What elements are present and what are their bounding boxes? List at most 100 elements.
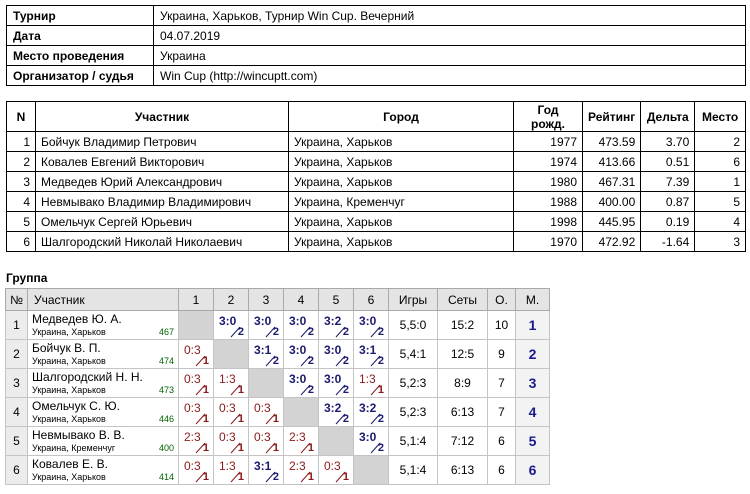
- match-points: 2: [342, 326, 349, 338]
- match-result-cell: 0:3 1: [178, 368, 214, 398]
- player-rating: 400: [158, 443, 174, 453]
- diagonal-cell: [178, 310, 214, 340]
- match-result: 3:0 2: [354, 311, 388, 339]
- group-row: 2 Бойчук В. П. Украина, Харьков 474 0:3 1 3:1 2…: [5, 339, 550, 369]
- group-header-points: О.: [487, 288, 516, 311]
- participant-place: 1: [694, 171, 746, 192]
- match-result-cell: 1:3 1: [353, 368, 389, 398]
- group-points: 6: [487, 426, 516, 456]
- participant-name: Медведев Юрий Александрович: [35, 171, 289, 192]
- group-header-row: № Участник 1 2 3 4 5 6 Игры Сеты О. М.: [5, 288, 550, 311]
- player-rating: 446: [158, 414, 174, 424]
- info-value: Украина, Харьков, Турнир Win Cup. Вечерн…: [153, 5, 746, 26]
- match-result: 3:1 2: [249, 456, 283, 484]
- group-place: 5: [528, 433, 537, 449]
- participant-row: 4 Невмывако Владимир Владимирович Украина,…: [6, 191, 746, 212]
- match-result-cell: 3:2 2: [318, 310, 354, 340]
- group-points: 10: [487, 310, 516, 340]
- match-points: 2: [272, 326, 279, 338]
- match-score: 3:2: [324, 401, 342, 415]
- group-sets: 6:13: [437, 397, 488, 427]
- match-points: 2: [377, 326, 384, 338]
- participant-n: 6: [6, 231, 36, 252]
- group-place: 3: [528, 375, 537, 391]
- match-score: 3:1: [254, 459, 272, 473]
- match-points: 1: [202, 442, 209, 454]
- participant-city: Украина, Харьков: [288, 171, 514, 192]
- participant-name: Бойчук Владимир Петрович: [35, 131, 289, 152]
- diagonal-cell: [353, 455, 389, 485]
- match-score: 1:3: [359, 372, 376, 386]
- participant-n: 3: [6, 171, 36, 192]
- participant-city: Украина, Харьков: [288, 211, 514, 232]
- match-result: 1:3 1: [354, 369, 388, 397]
- group-place-cell: 5: [515, 426, 550, 456]
- group-player: Медведев Ю. А. Украина, Харьков 467: [27, 310, 179, 340]
- group-header-col-4: 4: [283, 288, 319, 311]
- match-score: 1:3: [219, 372, 236, 386]
- group-games: 5,2:3: [388, 397, 438, 427]
- match-result-cell: 3:2 2: [318, 397, 354, 427]
- match-result-cell: 3:1 2: [353, 339, 389, 369]
- player-name: Невмывако В. В.: [32, 427, 125, 442]
- match-points: 1: [202, 413, 209, 425]
- match-result-cell: 2:3 1: [283, 455, 319, 485]
- group-place-cell: 3: [515, 368, 550, 398]
- group-player: Омельчук С. Ю. Украина, Харьков 446: [27, 397, 179, 427]
- participants-body: 1 Бойчук Владимир Петрович Украина, Харько…: [6, 131, 746, 252]
- header-place: Место: [694, 101, 746, 132]
- match-points: 2: [307, 355, 314, 367]
- match-score: 3:0: [254, 314, 272, 328]
- match-score: 3:0: [289, 314, 307, 328]
- group-row-number: 2: [5, 339, 28, 369]
- match-points: 2: [342, 384, 349, 396]
- match-result-cell: 0:3 1: [213, 426, 249, 456]
- match-result-cell: 3:0 2: [318, 339, 354, 369]
- info-row: Дата 04.07.2019: [6, 25, 746, 46]
- match-points: 2: [307, 326, 314, 338]
- info-label: Дата: [6, 25, 154, 46]
- participants-table: N Участник Город Год рожд. Рейтинг Дельт…: [6, 101, 746, 252]
- match-result-cell: 0:3 1: [178, 397, 214, 427]
- group-header-col-2: 2: [213, 288, 249, 311]
- participant-row: 6 Шалгородский Николай Николаевич Украина,…: [6, 231, 746, 252]
- player-rating: 474: [158, 356, 174, 366]
- participant-rating: 400.00: [581, 191, 642, 212]
- match-score: 3:0: [324, 343, 342, 357]
- group-table: № Участник 1 2 3 4 5 6 Игры Сеты О. М. 1 Медведев …: [5, 288, 550, 485]
- match-points: 1: [237, 413, 244, 425]
- group-sets: 7:12: [437, 426, 488, 456]
- participant-name: Невмывако Владимир Владимирович: [35, 191, 289, 212]
- group-row-number: 4: [5, 397, 28, 427]
- player-name: Медведев Ю. А.: [32, 311, 122, 326]
- match-result-cell: 3:2 2: [353, 397, 389, 427]
- info-label: Место проведения: [6, 45, 154, 66]
- match-result-cell: 0:3 1: [318, 455, 354, 485]
- match-result-cell: 2:3 1: [178, 426, 214, 456]
- match-score: 3:1: [359, 343, 377, 357]
- participant-year: 1970: [513, 231, 583, 252]
- info-value: Украина: [153, 45, 746, 66]
- group-player: Бойчук В. П. Украина, Харьков 474: [27, 339, 179, 369]
- match-result: 2:3 1: [284, 427, 318, 455]
- group-place: 4: [528, 404, 537, 420]
- match-result-cell: 3:0 2: [283, 368, 319, 398]
- group-sets: 12:5: [437, 339, 488, 369]
- participant-city: Украина, Кременчуг: [288, 191, 514, 212]
- group-header-col-5: 5: [318, 288, 354, 311]
- participant-year: 1980: [513, 171, 583, 192]
- group-row: 1 Медведев Ю. А. Украина, Харьков 467 3:0 2 3:…: [5, 310, 550, 340]
- match-score: 3:2: [359, 401, 377, 415]
- group-points: 7: [487, 368, 516, 398]
- group-row: 3 Шалгородский Н. Н. Украина, Харьков 473 0:…: [5, 368, 550, 398]
- match-points: 1: [272, 442, 279, 454]
- match-points: 1: [237, 384, 244, 396]
- group-row-number: 3: [5, 368, 28, 398]
- participant-n: 4: [6, 191, 36, 212]
- player-name: Омельчук С. Ю.: [32, 398, 120, 413]
- participant-n: 1: [6, 131, 36, 152]
- match-score: 0:3: [184, 401, 201, 415]
- match-score: 2:3: [289, 459, 306, 473]
- match-result-cell: 3:0 2: [248, 310, 284, 340]
- player-city: Украина, Харьков: [32, 384, 106, 395]
